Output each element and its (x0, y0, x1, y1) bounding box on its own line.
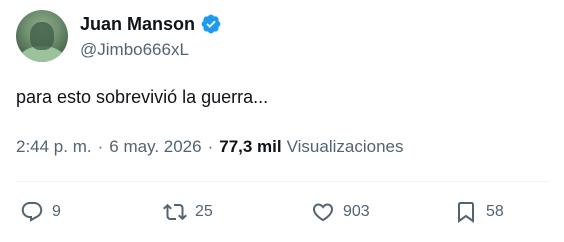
author-name-row: Juan Manson (80, 13, 222, 35)
verified-badge-icon[interactable] (200, 13, 222, 35)
meta-separator: · (207, 137, 214, 156)
bookmark-icon (454, 200, 478, 224)
author-display-name[interactable]: Juan Manson (80, 14, 195, 35)
divider (16, 181, 548, 182)
retweet-count: 25 (195, 203, 213, 220)
views-count[interactable]: 77,3 mil (219, 137, 281, 157)
tweet-meta: 2:44 p. m. · 6 may. 2026 · 77,3 mil Visu… (16, 137, 404, 157)
bookmark-count: 58 (486, 203, 504, 220)
reply-count: 9 (52, 203, 61, 220)
like-count: 903 (343, 203, 370, 220)
author-handle[interactable]: @Jimbo666xL (80, 40, 189, 60)
heart-icon (311, 200, 335, 224)
tweet-card: Juan Manson @Jimbo666xL para esto sobrev… (0, 0, 564, 242)
views-label[interactable]: Visualizaciones (287, 137, 404, 157)
meta-separator: · (97, 137, 104, 156)
retweet-icon (163, 200, 187, 224)
tweet-time[interactable]: 2:44 p. m. (16, 137, 92, 157)
tweet-text: para esto sobrevivió la guerra... (16, 87, 269, 107)
tweet-date[interactable]: 6 may. 2026 (109, 137, 201, 157)
avatar[interactable] (16, 10, 68, 62)
reply-icon (20, 200, 44, 224)
bookmark-button[interactable]: 58 (454, 200, 504, 224)
retweet-button[interactable]: 25 (163, 200, 213, 224)
like-button[interactable]: 903 (311, 200, 370, 224)
reply-button[interactable]: 9 (20, 200, 61, 224)
